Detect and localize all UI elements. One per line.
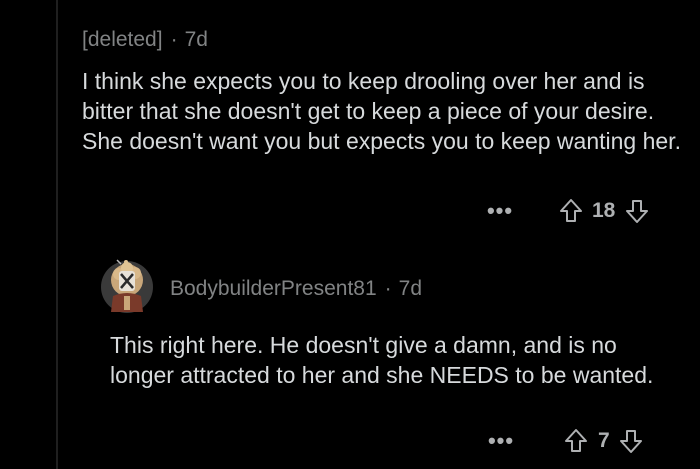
comment-age: 7d [184,28,208,51]
meta-separator: · [170,28,178,51]
thread-line [56,0,58,469]
comment-author[interactable]: [deleted] [82,28,163,52]
meta-separator: · [384,277,392,300]
reply-score: 7 [598,429,610,452]
comment-actions: ••• 18 [486,198,649,224]
more-options-button[interactable]: ••• [486,198,514,223]
more-options-button[interactable]: ••• [487,428,515,453]
upvote-icon[interactable] [559,198,583,224]
reply-actions: ••• 7 [487,428,643,454]
comment-body: I think she expects you to keep drooling… [82,68,681,154]
user-avatar-icon[interactable] [99,256,155,314]
downvote-icon[interactable] [619,428,643,454]
comment-meta: [deleted] · 7d [82,28,208,52]
reply-author[interactable]: BodybuilderPresent81 [170,277,377,301]
upvote-icon[interactable] [564,428,588,454]
reply-body: This right here. He doesn't give a damn,… [110,332,654,388]
comment-score: 18 [592,199,616,222]
downvote-icon[interactable] [625,198,649,224]
reply-age: 7d [398,277,422,300]
reply-meta: BodybuilderPresent81 · 7d [170,277,422,301]
